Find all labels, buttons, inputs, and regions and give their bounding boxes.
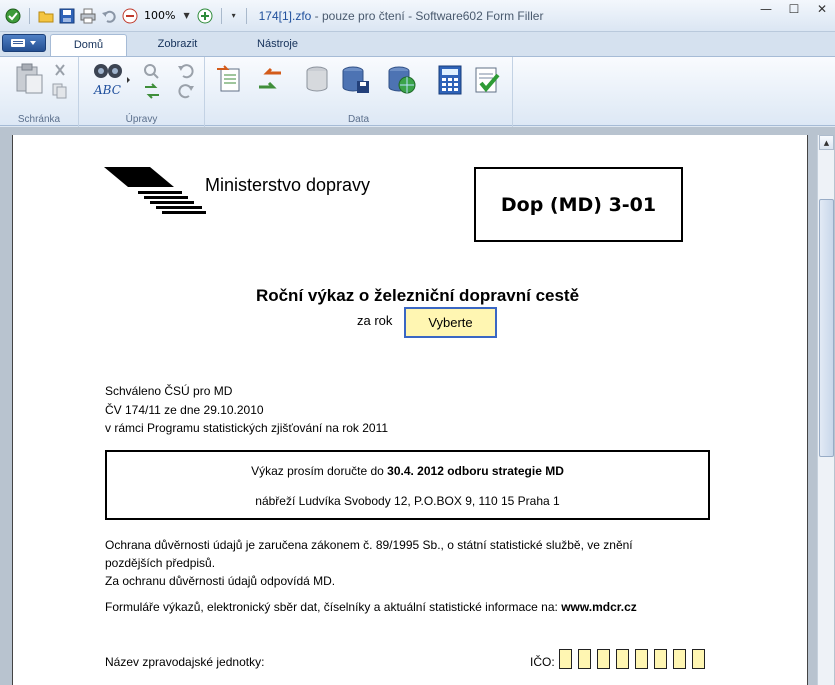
menu-icon [11,39,36,47]
window-controls: — ☐ ✕ [759,2,829,16]
ico-digit-7[interactable] [673,649,686,669]
ico-digit-2[interactable] [578,649,591,669]
window-title: 174[1].zfo - pouze pro čtení - Software6… [259,9,544,23]
import-data-icon[interactable] [217,65,245,98]
scroll-up-icon[interactable]: ▲ [819,135,834,150]
database-save-icon[interactable] [341,65,371,98]
form-code: Dop (MD) 3-01 [500,193,657,216]
ico-digit-4[interactable] [616,649,629,669]
tab-home[interactable]: Domů [50,34,127,56]
unit-name-label: Název zpravodajské jednotky: [105,655,265,669]
report-title: Roční výkaz o železniční dopravní cestě [255,286,580,305]
year-select[interactable]: Vyberte [404,307,497,338]
customize-toolbar-icon[interactable]: ▾ [232,11,236,20]
form-code-box: Dop (MD) 3-01 [474,167,683,242]
database-web-icon[interactable] [387,65,417,98]
confidentiality-line-3: Za ochranu důvěrnosti údajů odpovídá MD. [105,574,336,588]
forms-info: Formuláře výkazů, elektronický sběr dat,… [105,600,637,614]
ico-digit-6[interactable] [654,649,667,669]
open-folder-icon[interactable] [37,7,55,25]
delivery-box: Výkaz prosím doručte do 30.4. 2012 odbor… [105,450,710,520]
ico-digit-3[interactable] [597,649,610,669]
replace-icon[interactable] [143,83,161,102]
spell-check-icon[interactable]: ABC [91,61,133,100]
ico-digit-1[interactable] [559,649,572,669]
application-menu-button[interactable] [2,34,46,52]
approval-line-2: ČV 174/11 ze dne 29.10.2010 [105,403,264,417]
ministry-name: Ministerstvo dopravy [205,175,371,195]
app-logo-icon[interactable] [4,7,22,25]
quick-access-toolbar: 100% ▼ ▾ [4,7,251,25]
ico-digit-5[interactable] [635,649,648,669]
zoom-level[interactable]: 100% [144,9,175,22]
zoom-dropdown-icon[interactable]: ▼ [183,11,189,20]
group-clipboard: Schránka [0,57,79,127]
separator [220,7,222,24]
year-label: za rok [357,313,393,328]
database-disabled-icon[interactable] [303,65,333,98]
group-data: Data [205,57,513,127]
delivery-prefix: Výkaz prosím doručte do [251,464,388,478]
approval-line-3: v rámci Programu statistických zjišťován… [105,421,389,435]
save-icon[interactable] [58,7,76,25]
tab-tools[interactable]: Nástroje [240,34,315,56]
confidentiality-line-2: pozdějších předpisů. [105,556,216,570]
forms-info-text: Formuláře výkazů, elektronický sběr dat,… [105,600,562,614]
separator [29,7,30,24]
vertical-scrollbar[interactable]: ▲ [817,135,834,685]
group-editing-label: Úpravy [125,114,158,125]
find-replace-icon[interactable] [143,63,161,82]
minimize-icon[interactable]: — [759,2,773,16]
close-icon[interactable]: ✕ [815,2,829,16]
scroll-thumb[interactable] [819,199,834,457]
file-name: 174[1].zfo [258,8,312,23]
year-select-value: Vyberte [428,315,473,330]
zoom-in-icon[interactable] [196,7,214,25]
ribbon-tabs: Domů Zobrazit Nástroje [0,32,835,56]
delivery-line: Výkaz prosím doručte do 30.4. 2012 odbor… [107,464,708,478]
ministry-logo-icon [104,167,206,214]
separator [245,7,247,24]
window-title-rest: - pouze pro čtení - Software602 Form Fil… [311,8,544,23]
delivery-deadline: 30.4. 2012 odboru strategie MD [387,464,564,478]
calculator-icon[interactable] [437,65,463,98]
group-data-label: Data [347,114,370,125]
website-link[interactable]: www.mdcr.cz [561,600,637,614]
cut-icon[interactable] [52,63,68,80]
group-editing: ABC Úpravy [79,57,205,127]
ministry-logo [104,167,208,220]
redo-action-icon[interactable] [177,83,195,102]
paste-icon[interactable] [14,63,44,98]
title-bar: 100% ▼ ▾ 174[1].zfo - pouze pro čtení - … [0,0,835,32]
validate-form-icon[interactable] [473,65,503,98]
undo-icon[interactable] [100,7,118,25]
confidentiality-line-1: Ochrana důvěrnosti údajů je zaručena zák… [105,538,633,552]
print-icon[interactable] [79,7,97,25]
copy-icon[interactable] [52,83,68,102]
group-clipboard-label: Schránka [17,114,61,125]
approval-line-1: Schváleno ČSÚ pro MD [105,384,233,398]
abc-label: ABC [93,83,121,97]
zoom-out-icon[interactable] [121,7,139,25]
maximize-icon[interactable]: ☐ [787,2,801,16]
undo-action-icon[interactable] [177,63,195,82]
ico-label: IČO: [530,655,555,669]
tab-view[interactable]: Zobrazit [140,34,215,56]
ribbon: Schránka ABC Úpravy Data [0,56,835,127]
export-data-icon[interactable] [255,65,285,98]
delivery-address: nábřeží Ludvíka Svobody 12, P.O.BOX 9, 1… [255,494,560,508]
ico-digit-8[interactable] [692,649,705,669]
